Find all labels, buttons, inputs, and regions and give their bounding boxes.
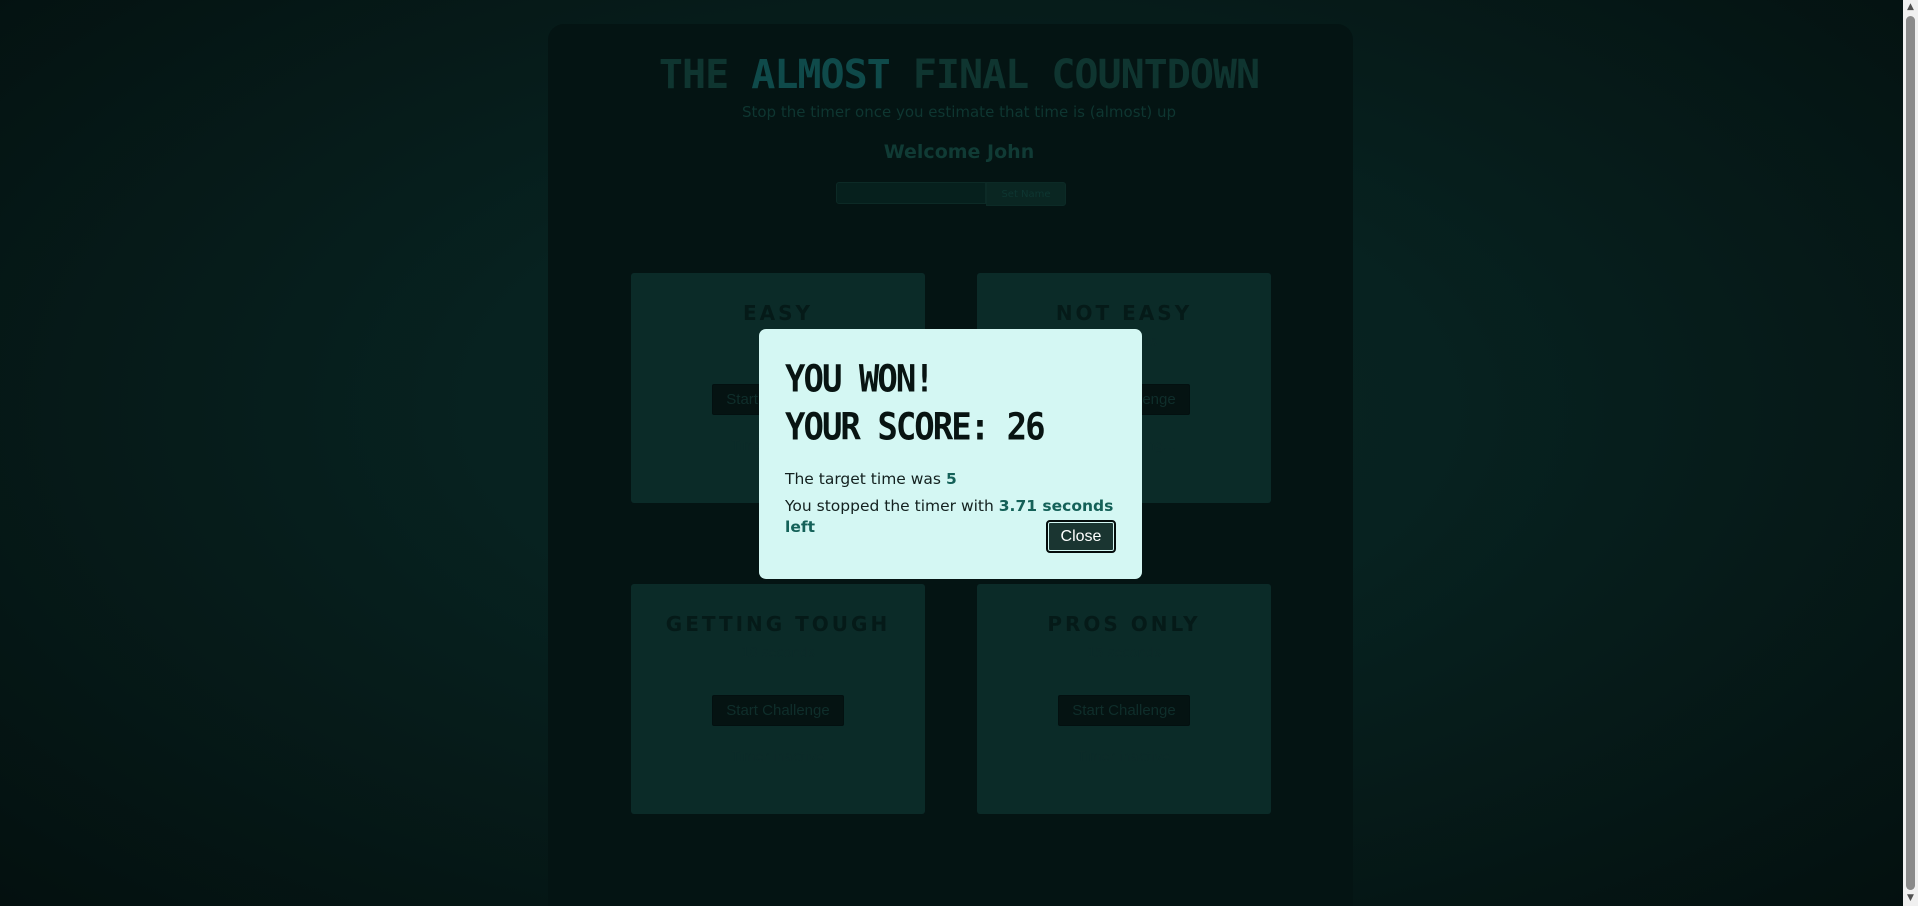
target-time-value: 5 — [945, 470, 957, 488]
target-time-label: The target time was — [785, 470, 946, 488]
target-time-line: The target time was 5 — [785, 469, 1116, 490]
close-button[interactable]: Close — [1046, 520, 1116, 553]
score-heading: YOUR SCORE: 26 — [785, 405, 1046, 450]
result-modal: YOU WON! YOUR SCORE: 26 The target time … — [759, 329, 1142, 579]
result-heading: YOU WON! — [785, 357, 935, 402]
scrollbar-thumb[interactable] — [1906, 16, 1915, 890]
vertical-scrollbar[interactable]: ▲ ▼ — [1903, 0, 1918, 906]
scroll-down-icon[interactable]: ▼ — [1903, 891, 1918, 906]
stopped-time-label: You stopped the timer with — [785, 497, 999, 515]
scroll-up-icon[interactable]: ▲ — [1903, 0, 1918, 15]
